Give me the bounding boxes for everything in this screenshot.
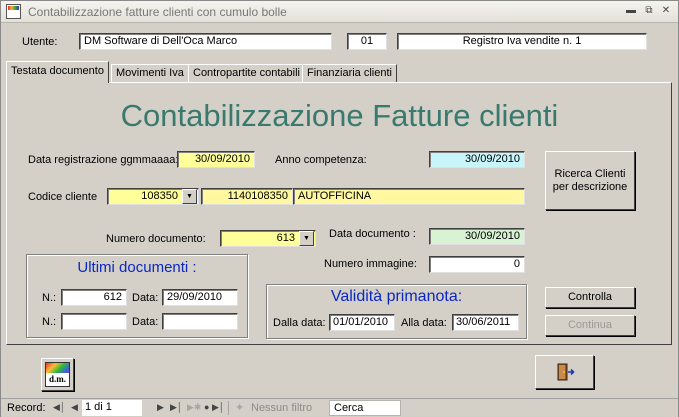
prev-record-icon[interactable]: ◀ [71,402,78,413]
app-icon [6,4,21,19]
numero-documento-label: Numero documento: [106,233,206,245]
anno-competenza-label: Anno competenza: [275,154,367,166]
ultimi-data-label-2: Data: [132,316,159,328]
ultimi-data-label-1: Data: [132,292,159,304]
numero-immagine-label: Numero immagine: [324,258,417,270]
conto-field[interactable]: 1140108350 [201,188,293,205]
tab-testata-documento[interactable]: Testata documento [6,61,109,83]
last-record-icon[interactable]: ▶│ [170,402,183,413]
dropdown-arrow-icon: ▼ [303,235,310,242]
tab-movimenti-iva[interactable]: Movimenti Iva [111,64,189,82]
last-new-icon[interactable]: ▶│ [212,402,225,413]
filter-icon: ✦ [235,402,245,414]
data-registrazione-field[interactable]: 30/09/2010 [177,151,255,168]
window-title: Contabilizzazione fatture clienti con cu… [28,5,287,19]
codice-cliente-label: Codice cliente [28,191,98,203]
dropdown-arrow-icon: ▼ [186,193,193,200]
record-position-field[interactable]: 1 di 1 [82,400,142,416]
alla-data-label: Alla data: [401,317,447,329]
anno-competenza-field[interactable]: 30/09/2010 [429,151,525,168]
record-label: Record: [7,402,46,414]
search-input[interactable]: Cerca [329,400,401,416]
data-documento-label: Data documento : [329,228,416,240]
ultimi-documenti-title: Ultimi documenti : [77,259,197,276]
ricerca-clienti-button[interactable]: Ricerca Clienti per descrizione [545,151,635,210]
dalla-data-label: Dalla data: [273,317,326,329]
ragione-sociale-field[interactable]: AUTOFFICINA [293,188,525,205]
tab-finanziaria-clienti[interactable]: Finanziaria clienti [302,64,397,82]
utente-label: Utente: [22,36,58,48]
tab-contropartite-contabili[interactable]: Contropartite contabili [188,64,306,82]
filter-status[interactable]: Nessun filtro [251,402,312,414]
next-record-icon[interactable]: ▶ [157,402,164,413]
numero-documento-dropdown[interactable]: ▼ [299,231,314,246]
restore-button[interactable]: ⧉ [642,5,656,18]
new-record-icon[interactable]: ▶✱ [187,402,201,413]
form-title: Contabilizzazione Fatture clienti [120,98,559,133]
ultimi-data-field-1[interactable]: 29/09/2010 [162,289,238,306]
code-field[interactable]: 01 [347,33,387,50]
utente-field[interactable]: DM Software di Dell'Oca Marco [79,33,332,50]
title-bar: Contabilizzazione fatture clienti con cu… [1,1,678,23]
numero-immagine-field[interactable]: 0 [429,256,525,273]
continua-button[interactable]: Continua [545,315,635,336]
codice-cliente-dropdown[interactable]: ▼ [182,189,197,204]
registro-field[interactable]: Registro Iva vendite n. 1 [397,33,647,50]
dm-logo-icon: d.m. [45,362,70,387]
ultimi-n-label-2: N.: [42,316,57,328]
main-window: Contabilizzazione fatture clienti con cu… [0,0,679,417]
ultimi-n-field-2[interactable] [61,313,127,330]
exit-button[interactable] [535,355,594,389]
validita-primanota-title: Validità primanota: [330,288,463,305]
close-button[interactable]: ✕ [659,5,673,18]
logo-text: d.m. [48,374,66,384]
ultimi-data-field-2[interactable] [162,313,238,330]
dalla-data-field[interactable]: 01/01/2010 [329,314,395,331]
minimize-button[interactable]: ▬ [624,5,638,18]
data-documento-field[interactable]: 30/09/2010 [429,228,525,245]
exit-door-icon [557,363,575,381]
alla-data-field[interactable]: 30/06/2011 [452,314,519,331]
first-record-icon[interactable]: ◀│ [53,402,66,413]
controlla-button[interactable]: Controlla [545,287,635,308]
nav-extra-icon[interactable]: ● [204,402,209,412]
ultimi-n-field-1[interactable]: 612 [61,289,127,306]
logo-button[interactable]: d.m. [41,358,74,391]
record-navigation-bar: Record: ◀│ ◀ 1 di 1 ▶ ▶│ ▶✱ ● ▶│ ✦ Nessu… [1,398,678,417]
ultimi-n-label-1: N.: [42,292,57,304]
data-registrazione-label: Data registrazione ggmmaaaa: [28,154,179,166]
